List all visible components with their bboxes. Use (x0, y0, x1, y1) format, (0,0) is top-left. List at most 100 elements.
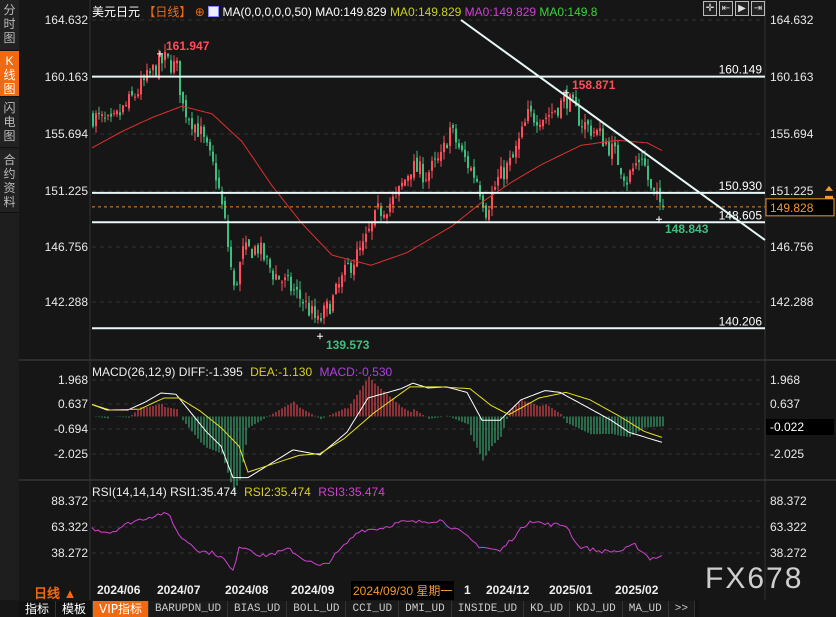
candle-body (401, 182, 403, 187)
rsi-axis-label: 88.372 (51, 494, 88, 508)
time-label: 2024/07 (157, 583, 201, 597)
candle-body (185, 99, 187, 118)
tab-10[interactable]: KDJ_UD (570, 601, 623, 617)
candle-body (509, 157, 511, 166)
play-range-icon[interactable]: ▶ (735, 1, 749, 16)
candle-body (461, 145, 463, 151)
candle-body (212, 151, 214, 162)
candle-body (245, 242, 247, 250)
candle-body (512, 154, 514, 158)
candle-body (365, 233, 367, 242)
candle-body (473, 166, 475, 178)
candle-body (599, 128, 601, 132)
candle-body (578, 105, 580, 126)
candle-body (542, 120, 544, 127)
candle-body (215, 162, 217, 181)
candle-body (98, 112, 100, 115)
candle-body (419, 161, 421, 175)
zoom-range-icon[interactable]: ⇤ (719, 1, 733, 16)
candle-body (140, 78, 142, 95)
candle-body (554, 110, 556, 112)
tab-12[interactable]: >> (668, 601, 695, 617)
candle-body (389, 203, 391, 212)
candle-body (545, 117, 547, 119)
tab-3[interactable]: BARUPDN_UD (149, 601, 229, 617)
candle-body (446, 144, 448, 149)
candle-body (188, 119, 190, 121)
crosshair-icon[interactable]: ✛ (703, 1, 717, 16)
candle-body (137, 94, 139, 97)
macd-axis-label: 0.637 (770, 397, 801, 411)
tab-5[interactable]: BOLL_UD (287, 601, 347, 617)
candle-body (596, 129, 598, 135)
candle-body (107, 115, 109, 117)
candle-body (206, 137, 208, 143)
alert-icon (825, 185, 833, 199)
kline-chart[interactable]: 160.149150.930148.605140.206149.828161.9… (0, 0, 836, 617)
candle-body (638, 159, 640, 163)
tab-0[interactable]: 指标 (19, 601, 57, 617)
cursor-date: 2024/09/30 星期一 (351, 581, 455, 600)
tab-2[interactable]: VIP指标 (93, 601, 150, 617)
candle-body (299, 289, 301, 299)
candle-body (131, 90, 133, 96)
candle-body (344, 264, 346, 275)
candle-body (305, 300, 307, 302)
tab-6[interactable]: CCI_UD (346, 601, 400, 617)
price-axis-label: 164.632 (44, 13, 88, 27)
candle-body (623, 176, 625, 181)
candle-body (620, 168, 622, 175)
macd-current-label: -0.022 (770, 420, 804, 434)
candle-body (551, 112, 553, 114)
candle-body (155, 65, 157, 77)
candle-body (581, 126, 583, 128)
candle-body (386, 214, 388, 219)
candle-body (302, 301, 304, 304)
price-axis-label: 155.694 (770, 127, 814, 141)
tab-11[interactable]: MA_UD (622, 601, 669, 617)
candle-body (320, 318, 322, 321)
candle-body (116, 110, 118, 115)
macd-axis-label: -2.025 (770, 447, 805, 461)
tab-7[interactable]: DMI_UD (399, 601, 452, 617)
candle-body (272, 270, 274, 280)
candle-body (260, 242, 262, 255)
indicator-icon[interactable] (208, 6, 220, 17)
price-axis-label: 146.756 (770, 240, 814, 254)
candle-body (479, 185, 481, 197)
candle-body (644, 158, 646, 166)
candle-body (350, 262, 352, 273)
indicator-tabs: 指标 模板 VIP指标 BARUPDN_UD BIAS_UD BOLL_UD CCI_UD D… (19, 601, 699, 617)
candle-body (431, 160, 433, 171)
tab-8[interactable]: INSIDE_UD (451, 601, 525, 617)
candle-body (407, 176, 409, 181)
candle-body (539, 124, 541, 127)
price-axis-label: 151.225 (44, 184, 88, 198)
candle-body (392, 196, 394, 205)
candle-body (104, 117, 106, 119)
candle-body (569, 94, 571, 112)
candle-body (269, 259, 271, 268)
price-axis-label: 142.288 (770, 295, 814, 309)
add-icon[interactable]: ⊕ (195, 5, 205, 19)
candle-body (371, 221, 373, 232)
tab-4[interactable]: BIAS_UD (228, 601, 288, 617)
candle-body (149, 71, 151, 74)
candle-body (287, 275, 289, 277)
tab-1[interactable]: 模板 (56, 601, 94, 617)
scroll-end-icon[interactable]: ⇥ (751, 1, 765, 16)
candle-body (533, 113, 535, 123)
candle-body (113, 113, 115, 115)
candle-body (536, 121, 538, 126)
price-axis-label: 160.163 (44, 70, 88, 84)
period-selector[interactable]: 日线 ▲ (34, 583, 77, 602)
tab-9[interactable]: KD_UD (524, 601, 571, 617)
dea-line (91, 386, 663, 473)
candle-body (593, 131, 595, 133)
candle-body (134, 96, 136, 98)
candle-body (413, 160, 415, 178)
candle-body (587, 120, 589, 125)
candle-body (404, 179, 406, 186)
period-label[interactable]: 【日线】 (143, 5, 191, 19)
candle-body (128, 94, 130, 109)
